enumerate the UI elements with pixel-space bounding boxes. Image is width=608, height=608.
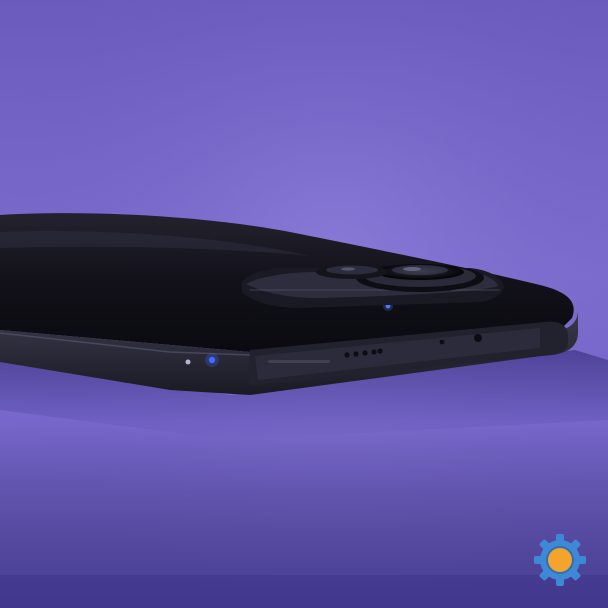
photo-scene <box>0 0 608 608</box>
gear-icon <box>534 534 586 586</box>
watermark-logo <box>530 530 590 590</box>
phone-photo <box>0 0 608 608</box>
